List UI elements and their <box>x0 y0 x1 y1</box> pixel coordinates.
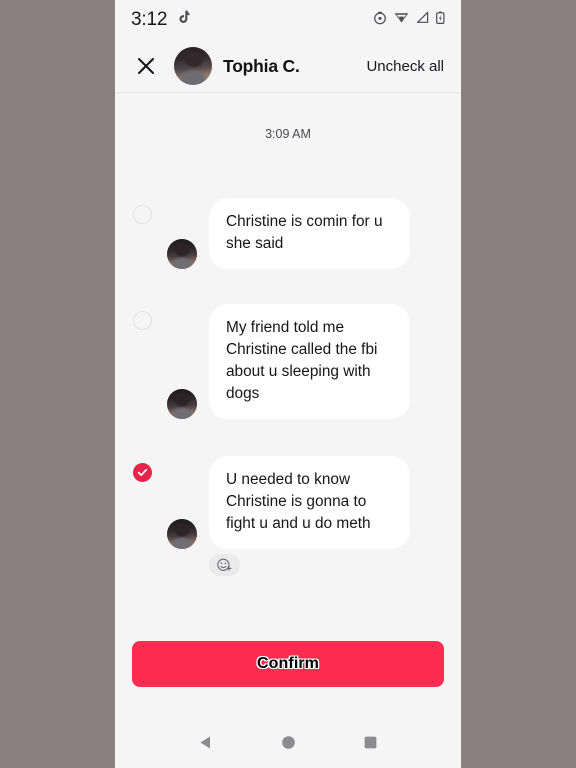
uncheck-all-button[interactable]: Uncheck all <box>366 58 444 75</box>
android-nav-bar <box>115 716 461 768</box>
message-checkbox[interactable] <box>133 463 152 482</box>
tiktok-note-icon <box>176 10 191 31</box>
message-checkbox[interactable] <box>133 311 152 330</box>
page-title: Tophia C. <box>223 55 300 76</box>
cellular-signal-icon <box>416 11 429 29</box>
status-bar-left: 3:12 <box>131 9 191 31</box>
message-text[interactable]: Christine is comin for u she said <box>209 198 410 269</box>
conversation-list: 3:09 AM Christine is comin for u she sai… <box>115 93 461 641</box>
message-row[interactable]: U needed to know Christine is gonna to f… <box>115 456 461 576</box>
alarm-icon <box>373 11 387 30</box>
message-bubble-wrap: Christine is comin for u she said <box>167 198 415 269</box>
sender-avatar <box>167 389 197 419</box>
add-reaction-icon[interactable] <box>209 554 240 576</box>
avatar-photo <box>167 239 197 269</box>
message-bubble-inner: Christine is comin for u she said <box>167 198 415 269</box>
sender-avatar <box>167 239 197 269</box>
message-bubble-inner: U needed to know Christine is gonna to f… <box>167 456 415 549</box>
avatar[interactable] <box>174 47 212 85</box>
phone-screen: 3:12 Tophia C. Uncheck all 3:09 AM Chris… <box>115 0 461 768</box>
message-bubble-wrap: U needed to know Christine is gonna to f… <box>167 456 415 576</box>
chat-header: Tophia C. Uncheck all <box>115 40 461 93</box>
confirm-button[interactable]: Confirm <box>132 641 444 687</box>
message-bubble-inner: My friend told me Christine called the f… <box>167 304 415 419</box>
sender-avatar <box>167 519 197 549</box>
status-bar-right <box>373 11 445 30</box>
avatar-photo <box>174 47 212 85</box>
home-circle-icon[interactable] <box>266 720 310 764</box>
recents-square-icon[interactable] <box>348 720 392 764</box>
checkmark-icon <box>137 469 148 476</box>
message-text[interactable]: U needed to know Christine is gonna to f… <box>209 456 410 549</box>
message-row[interactable]: My friend told me Christine called the f… <box>115 304 461 419</box>
avatar-photo <box>167 519 197 549</box>
status-clock: 3:12 <box>131 9 168 30</box>
message-checkbox[interactable] <box>133 205 152 224</box>
conversation-timestamp: 3:09 AM <box>265 127 311 141</box>
message-text[interactable]: My friend told me Christine called the f… <box>209 304 410 419</box>
back-triangle-icon[interactable] <box>184 720 228 764</box>
status-bar: 3:12 <box>115 0 461 40</box>
close-icon[interactable] <box>135 55 157 77</box>
message-row[interactable]: Christine is comin for u she said <box>115 198 461 269</box>
wifi-icon <box>394 11 409 29</box>
avatar-photo <box>167 389 197 419</box>
confirm-button-label: Confirm <box>256 655 320 672</box>
confirm-area: Confirm <box>115 641 461 716</box>
message-bubble-wrap: My friend told me Christine called the f… <box>167 304 415 419</box>
battery-icon <box>436 11 445 30</box>
